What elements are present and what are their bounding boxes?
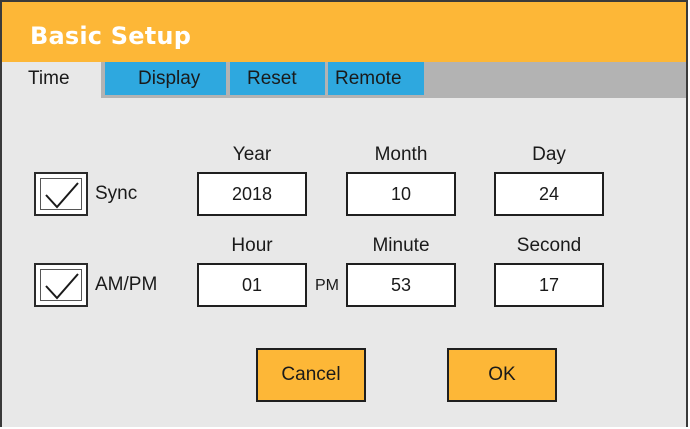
second-field[interactable]: 17: [494, 263, 604, 307]
ampm-label: AM/PM: [95, 274, 158, 295]
meridiem-indicator: PM: [315, 277, 339, 294]
tab-time[interactable]: Time: [2, 62, 101, 98]
sync-checkbox[interactable]: [34, 172, 88, 216]
cancel-button[interactable]: Cancel: [256, 348, 366, 402]
tab-remote[interactable]: Remote: [328, 62, 424, 95]
day-header: Day: [532, 144, 566, 165]
minute-field[interactable]: 53: [346, 263, 456, 307]
sync-label: Sync: [95, 183, 138, 204]
tab-bar: Time Display Reset Remote: [2, 62, 686, 98]
ampm-checkbox[interactable]: [34, 263, 88, 307]
dialog-title: Basic Setup: [30, 22, 192, 50]
basic-setup-dialog: Basic Setup Time Display Reset Remote Ye…: [0, 0, 688, 427]
hour-header: Hour: [231, 235, 273, 256]
year-field[interactable]: 2018: [197, 172, 307, 216]
month-header: Month: [374, 144, 428, 165]
minute-header: Minute: [372, 235, 430, 256]
year-header: Year: [232, 144, 272, 165]
title-bar: Basic Setup: [2, 2, 686, 62]
tab-display[interactable]: Display: [105, 62, 226, 95]
checkmark-icon: [45, 273, 79, 300]
day-field[interactable]: 24: [494, 172, 604, 216]
checkmark-icon: [45, 182, 79, 209]
second-header: Second: [516, 235, 582, 256]
ok-button[interactable]: OK: [447, 348, 557, 402]
tab-reset[interactable]: Reset: [230, 62, 325, 95]
month-field[interactable]: 10: [346, 172, 456, 216]
hour-field[interactable]: 01: [197, 263, 307, 307]
